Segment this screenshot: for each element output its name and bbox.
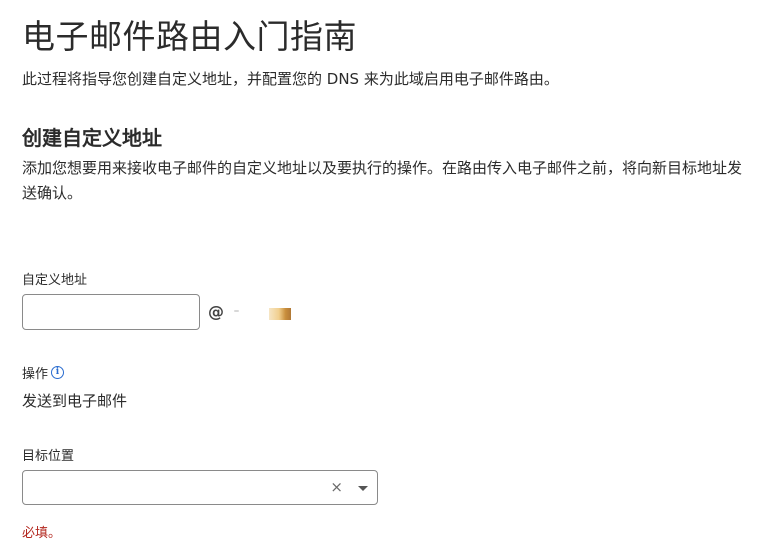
info-icon[interactable]: i — [51, 366, 65, 379]
email-routing-page: 电子邮件路由入门指南 此过程将指导您创建自定义地址，并配置您的 DNS 来为此域… — [0, 0, 773, 557]
custom-address-label: 自定义地址 — [22, 269, 87, 288]
section-title: 创建自定义地址 — [22, 126, 162, 150]
section-description: 添加您想要用来接收电子邮件的自定义地址以及要执行的操作。在路由传入电子邮件之前，… — [22, 159, 743, 202]
chevron-down-icon[interactable] — [358, 486, 368, 491]
action-value: 发送到电子邮件 — [22, 392, 128, 410]
action-label-text: 操作 — [22, 367, 49, 382]
domain-name-redacted — [232, 306, 292, 320]
page-title: 电子邮件路由入门指南 — [22, 17, 357, 56]
action-label: 操作 i — [22, 363, 65, 382]
destination-error-message: 必填。 — [22, 526, 62, 541]
destination-label-text: 目标位置 — [22, 449, 75, 464]
page-intro: 此过程将指导您创建自定义地址，并配置您的 DNS 来为此域启用电子邮件路由。 — [22, 70, 559, 88]
destination-select[interactable]: × — [22, 470, 378, 505]
clear-icon[interactable]: × — [330, 479, 343, 495]
at-symbol: @ — [208, 302, 224, 321]
custom-address-input[interactable] — [22, 294, 200, 330]
destination-label: 目标位置 — [22, 445, 74, 464]
custom-address-label-text: 自定义地址 — [22, 273, 88, 288]
